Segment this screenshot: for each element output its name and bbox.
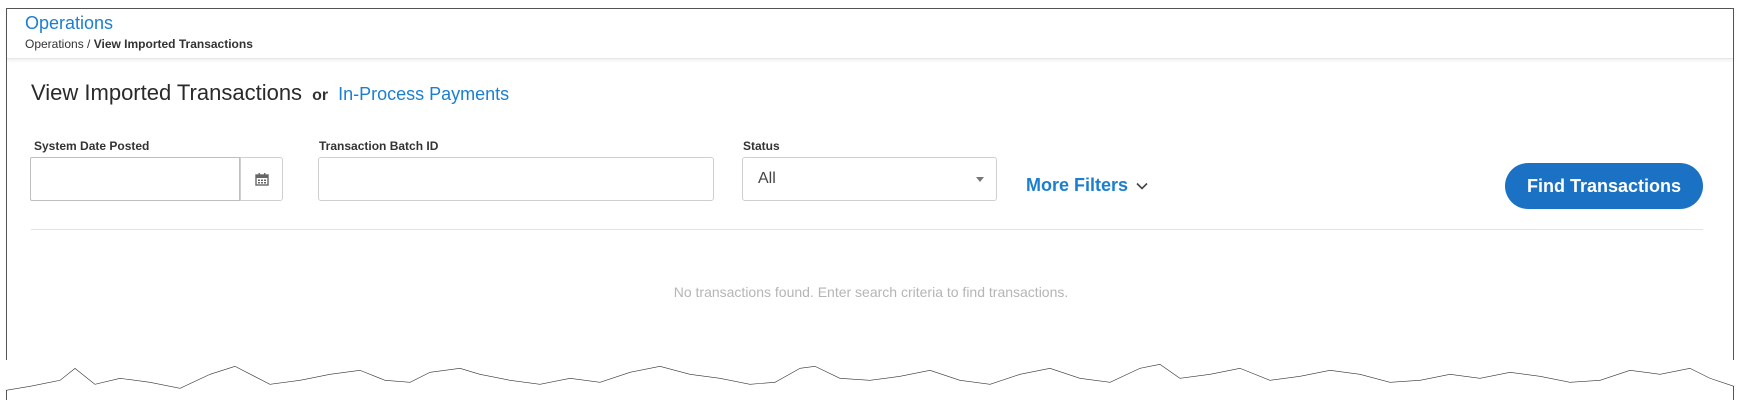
date-posted-input[interactable] [30,157,240,201]
more-filters-button[interactable]: More Filters [1026,175,1148,196]
status-select[interactable]: All [742,157,997,201]
page-frame: Operations Operations / View Imported Tr… [6,8,1734,400]
status-selected-value: All [758,170,776,187]
calendar-button[interactable] [240,158,282,200]
batch-id-input[interactable] [318,157,714,201]
date-posted-field [30,157,283,201]
more-filters-label: More Filters [1026,175,1129,195]
torn-edge [5,360,1735,391]
heading-row: View Imported Transactions or In-Process… [31,80,509,106]
breadcrumb-separator: / [83,37,94,51]
or-text: or [312,87,329,104]
in-process-payments-link[interactable]: In-Process Payments [338,84,509,105]
batch-id-label: Transaction Batch ID [319,139,439,153]
status-label: Status [743,139,780,153]
breadcrumb-current: View Imported Transactions [93,37,253,51]
calendar-icon [254,173,269,186]
divider [31,229,1703,230]
empty-results-message: No transactions found. Enter search crit… [673,284,1069,300]
top-bar: Operations Operations / View Imported Tr… [7,9,1733,59]
caret-down-icon [976,176,984,182]
find-transactions-button[interactable]: Find Transactions [1505,163,1703,209]
date-posted-label: System Date Posted [34,139,150,153]
app-title-link[interactable]: Operations [25,9,1733,34]
page-title: View Imported Transactions [31,80,303,105]
chevron-down-icon [1136,182,1148,190]
breadcrumb: Operations / View Imported Transactions [25,37,1733,51]
breadcrumb-parent[interactable]: Operations [25,37,84,51]
